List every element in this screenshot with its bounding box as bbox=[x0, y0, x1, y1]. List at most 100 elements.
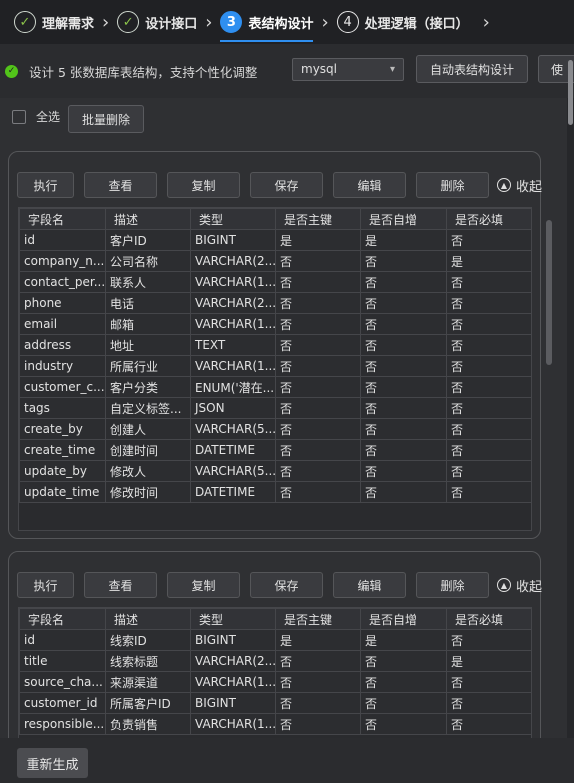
delete-button[interactable]: 删除 bbox=[416, 572, 489, 598]
chevron-right-icon[interactable]: › bbox=[483, 12, 490, 33]
table-cell: VARCHAR(2... bbox=[190, 292, 276, 314]
table-row[interactable]: email 邮箱 VARCHAR(1... 否否否 bbox=[19, 313, 531, 335]
view-button[interactable]: 查看 bbox=[84, 572, 157, 598]
table-row[interactable]: contact_per... 联系人 VARCHAR(1... 否否否 bbox=[19, 271, 531, 293]
table-row[interactable]: customer_id 所属客户ID BIGINT 否否否 bbox=[19, 692, 531, 714]
chevron-up-icon: ▲ bbox=[497, 178, 511, 192]
table-row[interactable]: address 地址 TEXT 否否否 bbox=[19, 334, 531, 356]
table-cell: DATETIME bbox=[190, 439, 276, 461]
edit-button[interactable]: 编辑 bbox=[333, 572, 406, 598]
table-row[interactable]: phone 电话 VARCHAR(2... 否否否 bbox=[19, 292, 531, 314]
step-number: 3 bbox=[220, 11, 243, 33]
table-row[interactable]: id 线索ID BIGINT 是是否 bbox=[19, 629, 531, 651]
table-cell: 修改人 bbox=[105, 460, 191, 482]
table-cell: 否 bbox=[360, 650, 447, 672]
table-cell: VARCHAR(1... bbox=[190, 313, 276, 335]
table-row[interactable]: title 线索标题 VARCHAR(2... 否否是 bbox=[19, 650, 531, 672]
table-cell: 是 bbox=[446, 650, 531, 672]
page-scrollbar-thumb[interactable] bbox=[568, 60, 573, 125]
step-api[interactable]: ✓ 设计接口 bbox=[117, 0, 197, 44]
table-cell: 否 bbox=[360, 418, 447, 440]
view-button[interactable]: 查看 bbox=[84, 172, 157, 198]
column-header: 类型 bbox=[190, 608, 276, 630]
table-cell: 否 bbox=[275, 313, 361, 335]
step-understand[interactable]: ✓ 理解需求 bbox=[14, 0, 94, 44]
table-cell: 否 bbox=[446, 355, 531, 377]
table-row[interactable]: id 客户ID BIGINT 是是否 bbox=[19, 229, 531, 251]
success-icon: ✓ bbox=[5, 64, 18, 78]
delete-button[interactable]: 删除 bbox=[416, 172, 489, 198]
card-scrollbar[interactable] bbox=[546, 220, 552, 365]
select-all[interactable]: 全选 bbox=[12, 108, 60, 125]
table-cell: 客户ID bbox=[105, 229, 191, 251]
table-cell: BIGINT bbox=[190, 229, 276, 251]
table-cell: address bbox=[19, 334, 106, 356]
copy-button[interactable]: 复制 bbox=[167, 172, 240, 198]
footer: 重新生成 bbox=[0, 738, 574, 783]
table-row[interactable]: tags 自定义标签... JSON 否否否 bbox=[19, 397, 531, 419]
table-row[interactable]: customer_c... 客户分类 ENUM('潜在... 否否否 bbox=[19, 376, 531, 398]
card-toolbar: 执行 查看 复制 保存 编辑 删除 ▲ 收起 bbox=[17, 572, 542, 598]
select-all-checkbox[interactable] bbox=[12, 109, 26, 124]
card-toolbar: 执行 查看 复制 保存 编辑 删除 ▲ 收起 bbox=[17, 172, 542, 198]
table-row[interactable]: source_cha... 来源渠道 VARCHAR(1... 否否否 bbox=[19, 671, 531, 693]
table-cell: 来源渠道 bbox=[105, 671, 191, 693]
step-logic[interactable]: 4 处理逻辑（接口） bbox=[336, 0, 469, 44]
table-cell: 是 bbox=[275, 229, 361, 251]
table-cell: tags bbox=[19, 397, 106, 419]
table-row[interactable]: update_by 修改人 VARCHAR(5... 否否否 bbox=[19, 460, 531, 482]
table-cell: 否 bbox=[446, 397, 531, 419]
column-header: 是否自增 bbox=[360, 608, 447, 630]
table-cell: VARCHAR(1... bbox=[190, 713, 276, 735]
table-cell: industry bbox=[19, 355, 106, 377]
table-row[interactable]: update_time 修改时间 DATETIME 否否否 bbox=[19, 481, 531, 503]
table-cell: 否 bbox=[446, 334, 531, 356]
fields-table: 字段名 描述 类型 是否主键 是否自增 是否必填 id 客户ID BIGINT 是是否 compa… bbox=[18, 207, 532, 531]
table-row[interactable]: industry 所属行业 VARCHAR(1... 否否否 bbox=[19, 355, 531, 377]
execute-button[interactable]: 执行 bbox=[17, 172, 74, 198]
edit-button[interactable]: 编辑 bbox=[333, 172, 406, 198]
table-cell: create_time bbox=[19, 439, 106, 461]
table-row[interactable]: company_n... 公司名称 VARCHAR(2... 否否是 bbox=[19, 250, 531, 272]
table-cell: 否 bbox=[275, 713, 361, 735]
table-cell: DATETIME bbox=[190, 481, 276, 503]
column-header: 字段名 bbox=[19, 608, 106, 630]
save-button[interactable]: 保存 bbox=[250, 572, 323, 598]
chevron-up-icon: ▲ bbox=[497, 578, 511, 592]
page-scrollbar-track[interactable] bbox=[567, 98, 574, 738]
collapse-button[interactable]: ▲ 收起 bbox=[497, 172, 542, 198]
auto-design-button[interactable]: 自动表结构设计 bbox=[416, 55, 528, 83]
db-type-select[interactable]: mysql ▾ bbox=[292, 58, 404, 81]
step-label: 设计接口 bbox=[145, 16, 198, 32]
collapse-button[interactable]: ▲ 收起 bbox=[497, 572, 542, 598]
save-button[interactable]: 保存 bbox=[250, 172, 323, 198]
table-cell: 否 bbox=[360, 250, 447, 272]
table-cell: 否 bbox=[275, 460, 361, 482]
table-cell: 所属行业 bbox=[105, 355, 191, 377]
table-cell: email bbox=[19, 313, 106, 335]
table-row[interactable]: create_time 创建时间 DATETIME 否否否 bbox=[19, 439, 531, 461]
table-cell: company_n... bbox=[19, 250, 106, 272]
fields-table: 字段名 描述 类型 是否主键 是否自增 是否必填 id 线索ID BIGINT 是是否 title… bbox=[18, 607, 532, 738]
table-cell: 否 bbox=[446, 292, 531, 314]
table-cell: 否 bbox=[446, 460, 531, 482]
table-cell: 否 bbox=[275, 418, 361, 440]
execute-button[interactable]: 执行 bbox=[17, 572, 74, 598]
table-cell: 否 bbox=[446, 418, 531, 440]
table-cell: 负责销售 bbox=[105, 713, 191, 735]
table-row[interactable]: create_by 创建人 VARCHAR(5... 否否否 bbox=[19, 418, 531, 440]
table-cell: 线索ID bbox=[105, 629, 191, 651]
copy-button[interactable]: 复制 bbox=[167, 572, 240, 598]
batch-delete-button[interactable]: 批量删除 bbox=[68, 105, 144, 133]
table-card: 执行 查看 复制 保存 编辑 删除 ▲ 收起 字段名 描述 类型 是否主键 是否自增 是否… bbox=[8, 151, 542, 539]
table-cell: 否 bbox=[446, 376, 531, 398]
regenerate-button[interactable]: 重新生成 bbox=[17, 748, 88, 778]
table-cell: TEXT bbox=[190, 334, 276, 356]
column-header: 描述 bbox=[105, 608, 191, 630]
table-cell: 否 bbox=[360, 355, 447, 377]
column-header: 是否自增 bbox=[360, 208, 447, 230]
table-row[interactable]: responsible... 负责销售 VARCHAR(1... 否否否 bbox=[19, 713, 531, 735]
table-cell: VARCHAR(1... bbox=[190, 355, 276, 377]
table-cell: 否 bbox=[275, 439, 361, 461]
step-table-design[interactable]: 3 表结构设计 bbox=[220, 0, 314, 44]
